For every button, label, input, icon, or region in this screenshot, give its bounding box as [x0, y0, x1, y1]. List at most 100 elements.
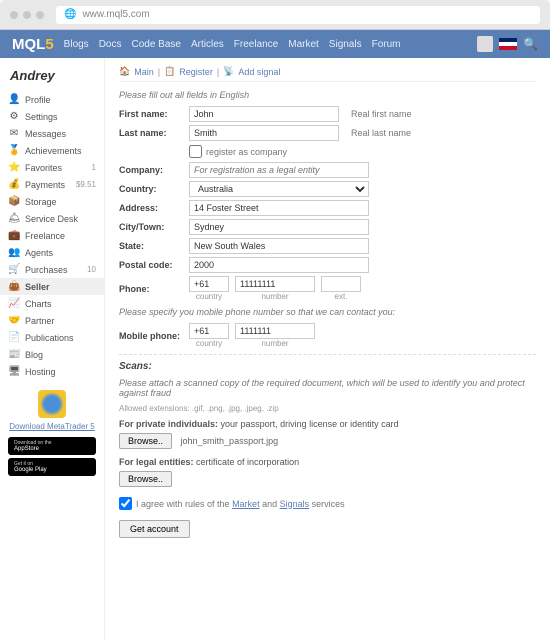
- phone-number-field[interactable]: [235, 276, 315, 292]
- googleplay-button[interactable]: Get it on Google Play: [8, 458, 96, 476]
- sidebar-item-label: Publications: [25, 333, 74, 343]
- sidebar-item-blog[interactable]: 📰Blog: [0, 346, 104, 363]
- nav-freelance[interactable]: Freelance: [234, 39, 278, 50]
- sidebar-item-label: Settings: [25, 112, 58, 122]
- window-controls: [10, 11, 44, 19]
- get-account-button[interactable]: Get account: [119, 520, 190, 538]
- header-actions: 🔍: [477, 36, 538, 52]
- flag-icon[interactable]: [499, 38, 517, 50]
- agree-checkbox[interactable]: [119, 497, 132, 510]
- sidebar-item-purchases[interactable]: 🛒Purchases10: [0, 261, 104, 278]
- sidebar-item-messages[interactable]: ✉Messages: [0, 125, 104, 142]
- state-field[interactable]: [189, 238, 369, 254]
- download-block: Download MetaTrader 5 Download on the Ap…: [0, 390, 104, 476]
- label-company: Company:: [119, 165, 189, 175]
- nav-forum[interactable]: Forum: [372, 39, 401, 50]
- country-select[interactable]: Australia: [189, 181, 369, 197]
- sidebar-item-label: Charts: [25, 299, 52, 309]
- browse-private-button[interactable]: Browse..: [119, 433, 172, 449]
- sidebar-item-profile[interactable]: 👤Profile: [0, 91, 104, 108]
- search-icon[interactable]: 🔍: [523, 37, 538, 51]
- hint-first-name: Real first name: [351, 109, 412, 119]
- sidebar-item-storage[interactable]: 📦Storage: [0, 193, 104, 210]
- partner-icon: 🤝: [8, 315, 20, 326]
- nav-docs[interactable]: Docs: [99, 39, 122, 50]
- hosting-icon: 🖥: [8, 366, 20, 377]
- dot-icon: [36, 11, 44, 19]
- sidebar-item-favorites[interactable]: ⭐Favorites1: [0, 159, 104, 176]
- label-first-name: First name:: [119, 109, 189, 119]
- mobile-number-field[interactable]: [235, 323, 315, 339]
- register-company-checkbox[interactable]: [189, 145, 202, 158]
- private-text: your passport, driving license or identi…: [221, 419, 399, 429]
- address-bar[interactable]: 🌐 www.mql5.com: [56, 6, 540, 24]
- sidebar-item-label: Seller: [25, 282, 50, 292]
- market-link[interactable]: Market: [232, 499, 260, 509]
- phone-country-field[interactable]: [189, 276, 229, 292]
- label-postal: Postal code:: [119, 260, 189, 270]
- sidebar-item-service-desk[interactable]: 🛎Service Desk: [0, 210, 104, 227]
- download-link[interactable]: Download MetaTrader 5: [0, 422, 104, 431]
- label-last-name: Last name:: [119, 128, 189, 138]
- bc-register[interactable]: Register: [179, 67, 213, 77]
- bc-main[interactable]: Main: [134, 67, 154, 77]
- metatrader-icon[interactable]: [38, 390, 66, 418]
- nav-market[interactable]: Market: [288, 39, 319, 50]
- nav-code-base[interactable]: Code Base: [131, 39, 180, 50]
- appstore-button[interactable]: Download on the AppStore: [8, 437, 96, 455]
- register-company-label: register as company: [206, 147, 287, 157]
- nav-blogs[interactable]: Blogs: [64, 39, 89, 50]
- payments-icon: 💰: [8, 179, 20, 190]
- sidebar-item-payments[interactable]: 💰Payments$9.51: [0, 176, 104, 193]
- legal-text: certificate of incorporation: [196, 457, 299, 467]
- sidebar-item-label: Purchases: [25, 265, 68, 275]
- sidebar-item-label: Favorites: [25, 163, 62, 173]
- city-field[interactable]: [189, 219, 369, 235]
- sidebar-item-publications[interactable]: 📄 Publications: [0, 329, 104, 346]
- signal-icon: 📡: [223, 66, 234, 77]
- last-name-field[interactable]: [189, 125, 339, 141]
- sidebar-item-label: Partner: [25, 316, 55, 326]
- signals-link[interactable]: Signals: [280, 499, 310, 509]
- mobile-country-field[interactable]: [189, 323, 229, 339]
- scans-title: Scans:: [119, 361, 536, 372]
- address-field[interactable]: [189, 200, 369, 216]
- sidebar-badge: $9.51: [76, 180, 96, 189]
- label-country: Country:: [119, 184, 189, 194]
- form-note: Please fill out all fields in English: [119, 90, 536, 100]
- globe-icon: 🌐: [64, 9, 76, 20]
- phone-ext-field[interactable]: [321, 276, 361, 292]
- dot-icon: [10, 11, 18, 19]
- sidebar-item-settings[interactable]: ⚙ Settings: [0, 108, 104, 125]
- publications-icon: 📄: [8, 332, 20, 343]
- browse-legal-button[interactable]: Browse..: [119, 471, 172, 487]
- nav-signals[interactable]: Signals: [329, 39, 362, 50]
- settings-icon: ⚙: [8, 111, 20, 122]
- sidebar-item-partner[interactable]: 🤝 Partner: [0, 312, 104, 329]
- storage-icon: 📦: [8, 196, 20, 207]
- label-mobile: Mobile phone:: [119, 331, 189, 341]
- sidebar-item-label: Freelance: [25, 231, 65, 241]
- charts-icon: 📈: [8, 298, 20, 309]
- sidebar-item-achievements[interactable]: 🏅Achievements: [0, 142, 104, 159]
- user-name: Andrey: [0, 64, 104, 91]
- nav-articles[interactable]: Articles: [191, 39, 224, 50]
- private-label: For private individuals:: [119, 419, 218, 429]
- sidebar-item-agents[interactable]: 👥Agents: [0, 244, 104, 261]
- bc-add-signal[interactable]: Add signal: [238, 67, 280, 77]
- sidebar-item-charts[interactable]: 📈 Charts: [0, 295, 104, 312]
- sidebar-item-label: Messages: [25, 129, 66, 139]
- agents-icon: 👥: [8, 247, 20, 258]
- register-icon: 📋: [164, 66, 175, 77]
- sidebar-item-seller[interactable]: 👜 Seller: [0, 278, 104, 295]
- company-field[interactable]: [189, 162, 369, 178]
- first-name-field[interactable]: [189, 106, 339, 122]
- sidebar-item-freelance[interactable]: 💼Freelance: [0, 227, 104, 244]
- avatar[interactable]: [477, 36, 493, 52]
- sidebar-item-hosting[interactable]: 🖥Hosting: [0, 363, 104, 380]
- postal-field[interactable]: [189, 257, 369, 273]
- logo[interactable]: MQL5: [12, 36, 54, 53]
- top-nav: Blogs Docs Code Base Articles Freelance Marke…: [64, 39, 477, 50]
- seller-icon: 👜: [8, 281, 20, 292]
- sidebar-item-label: Profile: [25, 95, 51, 105]
